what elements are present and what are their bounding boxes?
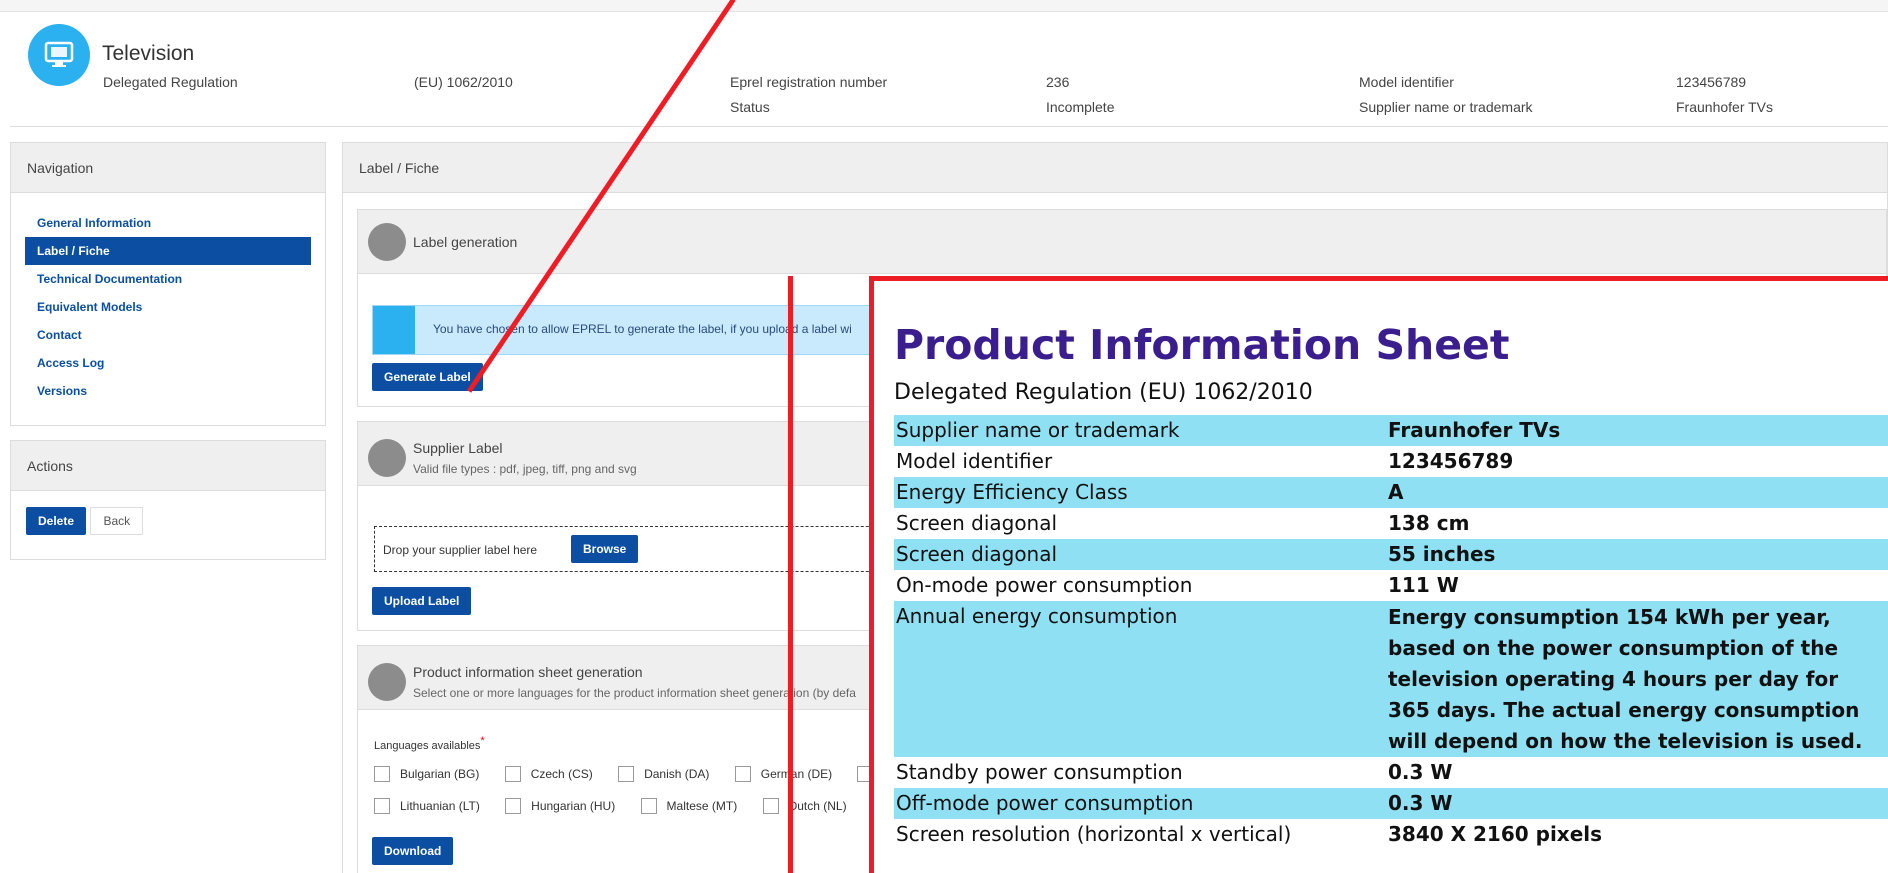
model-identifier-label: Model identifier — [1359, 74, 1454, 90]
sheet-row: Off-mode power consumption 0.3 W — [894, 788, 1888, 819]
languages-row-1: Bulgarian (BG) Czech (CS) Danish (DA) Ge… — [374, 766, 905, 785]
language-option[interactable]: German (DE) — [734, 766, 832, 782]
sheet-title: Product Information Sheet — [894, 321, 1510, 369]
checkbox[interactable] — [505, 798, 522, 814]
checkbox[interactable] — [504, 766, 521, 782]
sheet-row: Annual energy consumption Energy consumpt… — [894, 601, 1888, 757]
supplier-name-value: Fraunhofer TVs — [1676, 99, 1774, 115]
sheet-row: Energy Efficiency Class A — [894, 477, 1888, 508]
nav-item-equivalent-models[interactable]: Equivalent Models — [25, 293, 311, 321]
nav-item-label-fiche[interactable]: Label / Fiche — [25, 237, 311, 265]
label-dropzone[interactable]: Drop your supplier label here Browse — [374, 526, 934, 572]
checkbox[interactable] — [374, 798, 390, 814]
back-button[interactable]: Back — [90, 507, 144, 535]
product-header: Television Delegated Regulation (EU) 106… — [10, 12, 1888, 127]
eprel-page: Television Delegated Regulation (EU) 106… — [0, 0, 1888, 873]
languages-label: Languages availables* — [374, 735, 485, 752]
regulation-value: (EU) 1062/2010 — [414, 74, 513, 90]
browse-button[interactable]: Browse — [571, 535, 639, 563]
status-label: Status — [730, 99, 770, 115]
nav-item-access-log[interactable]: Access Log — [25, 349, 311, 377]
registration-number-value: 236 — [1046, 74, 1070, 90]
status-value: Incomplete — [1046, 99, 1115, 115]
registration-number-label: Eprel registration number — [730, 74, 888, 90]
nav-item-general-information[interactable]: General Information — [25, 209, 311, 237]
sheet-row: Standby power consumption 0.3 W — [896, 760, 1453, 784]
language-option[interactable]: Maltese (MT) — [640, 798, 737, 814]
generate-label-button[interactable]: Generate Label — [372, 363, 483, 391]
language-option[interactable]: Czech (CS) — [504, 766, 593, 782]
language-option[interactable]: Danish (DA) — [618, 766, 709, 782]
info-alert: You have chosen to allow EPREL to genera… — [372, 305, 872, 355]
checkbox[interactable] — [762, 798, 779, 814]
product-title: Television — [102, 42, 195, 65]
top-bar — [0, 0, 1888, 12]
language-option[interactable]: Hungarian (HU) — [505, 798, 615, 814]
annotation-vertical-line — [788, 276, 793, 873]
section-icon — [368, 223, 406, 261]
language-option[interactable]: Lithuanian (LT) — [374, 798, 480, 814]
upload-label-button[interactable]: Upload Label — [372, 587, 472, 615]
sheet-table: Supplier name or trademark Fraunhofer TVs… — [894, 415, 1888, 850]
supplier-label-title: Supplier Label — [413, 440, 503, 456]
nav-item-versions[interactable]: Versions — [25, 377, 311, 405]
sheet-row: Screen diagonal 138 cm — [896, 511, 1470, 535]
sheet-row: Supplier name or trademark Fraunhofer TVs — [894, 415, 1888, 446]
monitor-icon — [28, 24, 90, 86]
sheet-row: Screen resolution (horizontal x vertical… — [896, 822, 1603, 846]
delete-button[interactable]: Delete — [26, 507, 87, 535]
checkbox[interactable] — [618, 766, 635, 782]
checkbox[interactable] — [734, 766, 751, 782]
info-alert-bar — [373, 306, 415, 354]
label-generation-title: Label generation — [413, 234, 518, 250]
download-button[interactable]: Download — [372, 837, 454, 865]
dropzone-text: Drop your supplier label here — [383, 543, 538, 557]
supplier-label-subtitle: Valid file types : pdf, jpeg, tiff, png … — [413, 462, 637, 476]
nav-item-technical-documentation[interactable]: Technical Documentation — [25, 265, 311, 293]
supplier-name-label: Supplier name or trademark — [1359, 99, 1533, 115]
sheet-row: Model identifier 123456789 — [896, 449, 1514, 473]
navigation-panel: Navigation General Information Label / F… — [10, 142, 326, 426]
sheet-regulation: Delegated Regulation (EU) 1062/2010 — [894, 380, 1313, 405]
model-identifier-value: 123456789 — [1676, 74, 1747, 90]
checkbox[interactable] — [374, 766, 390, 782]
main-title: Label / Fiche — [343, 143, 1887, 193]
actions-title: Actions — [11, 441, 325, 491]
languages-row-2: Lithuanian (LT) Hungarian (HU) Maltese (… — [374, 798, 920, 817]
language-option[interactable]: Dutch (NL) — [762, 798, 847, 814]
actions-panel: Actions Delete Back — [10, 440, 326, 560]
language-option[interactable]: Bulgarian (BG) — [374, 766, 479, 782]
sheet-row: Screen diagonal 55 inches — [894, 539, 1888, 570]
sheet-row: On-mode power consumption 111 W — [896, 573, 1459, 597]
pis-generation-title: Product information sheet generation — [413, 664, 643, 680]
regulation-label: Delegated Regulation — [103, 74, 238, 90]
section-icon — [368, 663, 406, 701]
nav-item-contact[interactable]: Contact — [25, 321, 311, 349]
checkbox[interactable] — [640, 798, 657, 814]
product-information-sheet: Product Information Sheet Delegated Regu… — [869, 276, 1888, 873]
navigation-title: Navigation — [11, 143, 325, 193]
navigation-list: General Information Label / Fiche Techni… — [11, 193, 325, 419]
section-icon — [368, 439, 406, 477]
